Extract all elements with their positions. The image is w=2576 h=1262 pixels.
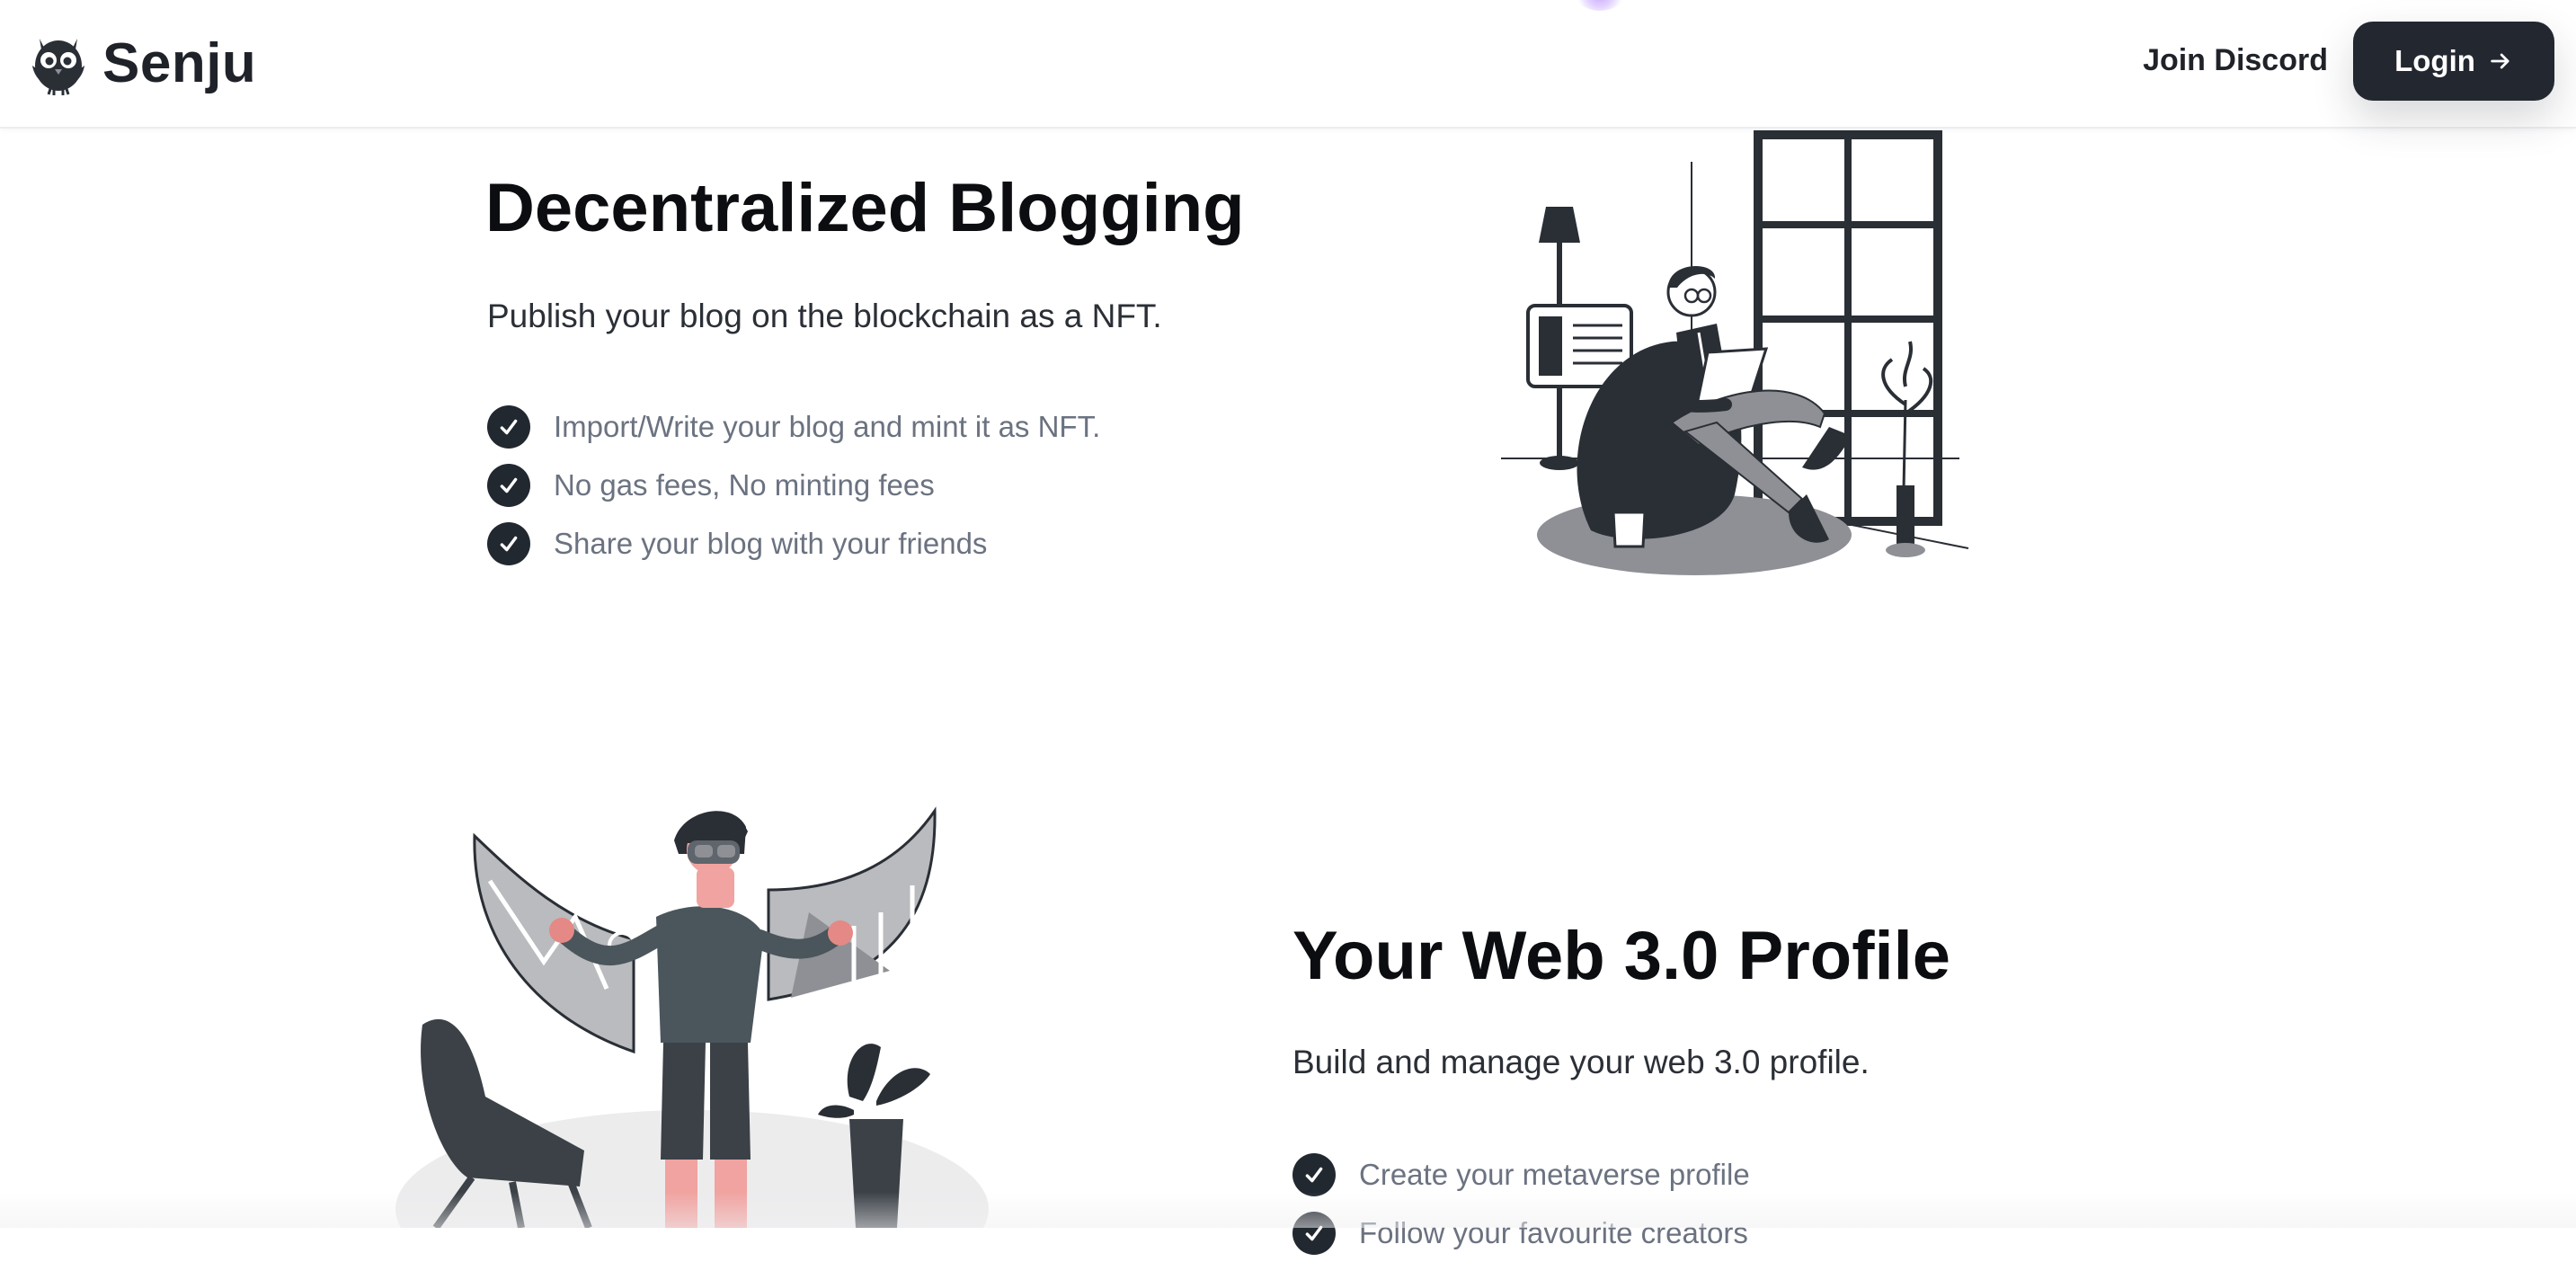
feature-item: No gas fees, No minting fees	[487, 456, 1100, 514]
section-subtitle-blogging: Publish your blog on the blockchain as a…	[487, 297, 1162, 336]
vr-headset-user-illustration	[386, 800, 998, 1228]
section-title-blogging: Decentralized Blogging	[485, 171, 1245, 246]
feature-item: Import/Write your blog and mint it as NF…	[487, 397, 1100, 456]
check-icon	[1292, 1153, 1336, 1196]
arrow-right-icon	[2488, 49, 2513, 74]
login-label: Login	[2394, 44, 2475, 78]
check-icon	[487, 464, 530, 507]
feature-text: Import/Write your blog and mint it as NF…	[554, 409, 1100, 445]
feature-text: Create your metaverse profile	[1359, 1157, 1750, 1193]
check-icon	[487, 522, 530, 565]
site-header: Senju Join Discord Login	[0, 0, 2576, 129]
brand-home-link[interactable]: Senju	[27, 27, 256, 99]
feature-text: Share your blog with your friends	[554, 526, 987, 562]
section-title-profile: Your Web 3.0 Profile	[1292, 919, 1950, 994]
join-discord-link[interactable]: Join Discord	[2143, 38, 2328, 83]
feature-text: Follow your favourite creators	[1359, 1215, 1748, 1251]
brand-name: Senju	[102, 31, 256, 95]
owl-logo-icon	[27, 30, 90, 96]
login-button[interactable]: Login	[2353, 22, 2554, 101]
feature-item: Create your metaverse profile	[1292, 1145, 1750, 1204]
feature-text: No gas fees, No minting fees	[554, 467, 935, 503]
man-reading-in-beanbag-illustration	[1492, 117, 1977, 602]
feature-item: Share your blog with your friends	[487, 514, 1100, 573]
check-icon	[487, 405, 530, 449]
section-subtitle-profile: Build and manage your web 3.0 profile.	[1292, 1043, 1870, 1082]
feature-item: Follow your favourite creators	[1292, 1204, 1750, 1262]
feature-list-profile: Create your metaverse profile Follow you…	[1292, 1145, 1750, 1262]
check-icon	[1292, 1212, 1336, 1255]
feature-list-blogging: Import/Write your blog and mint it as NF…	[487, 397, 1100, 573]
